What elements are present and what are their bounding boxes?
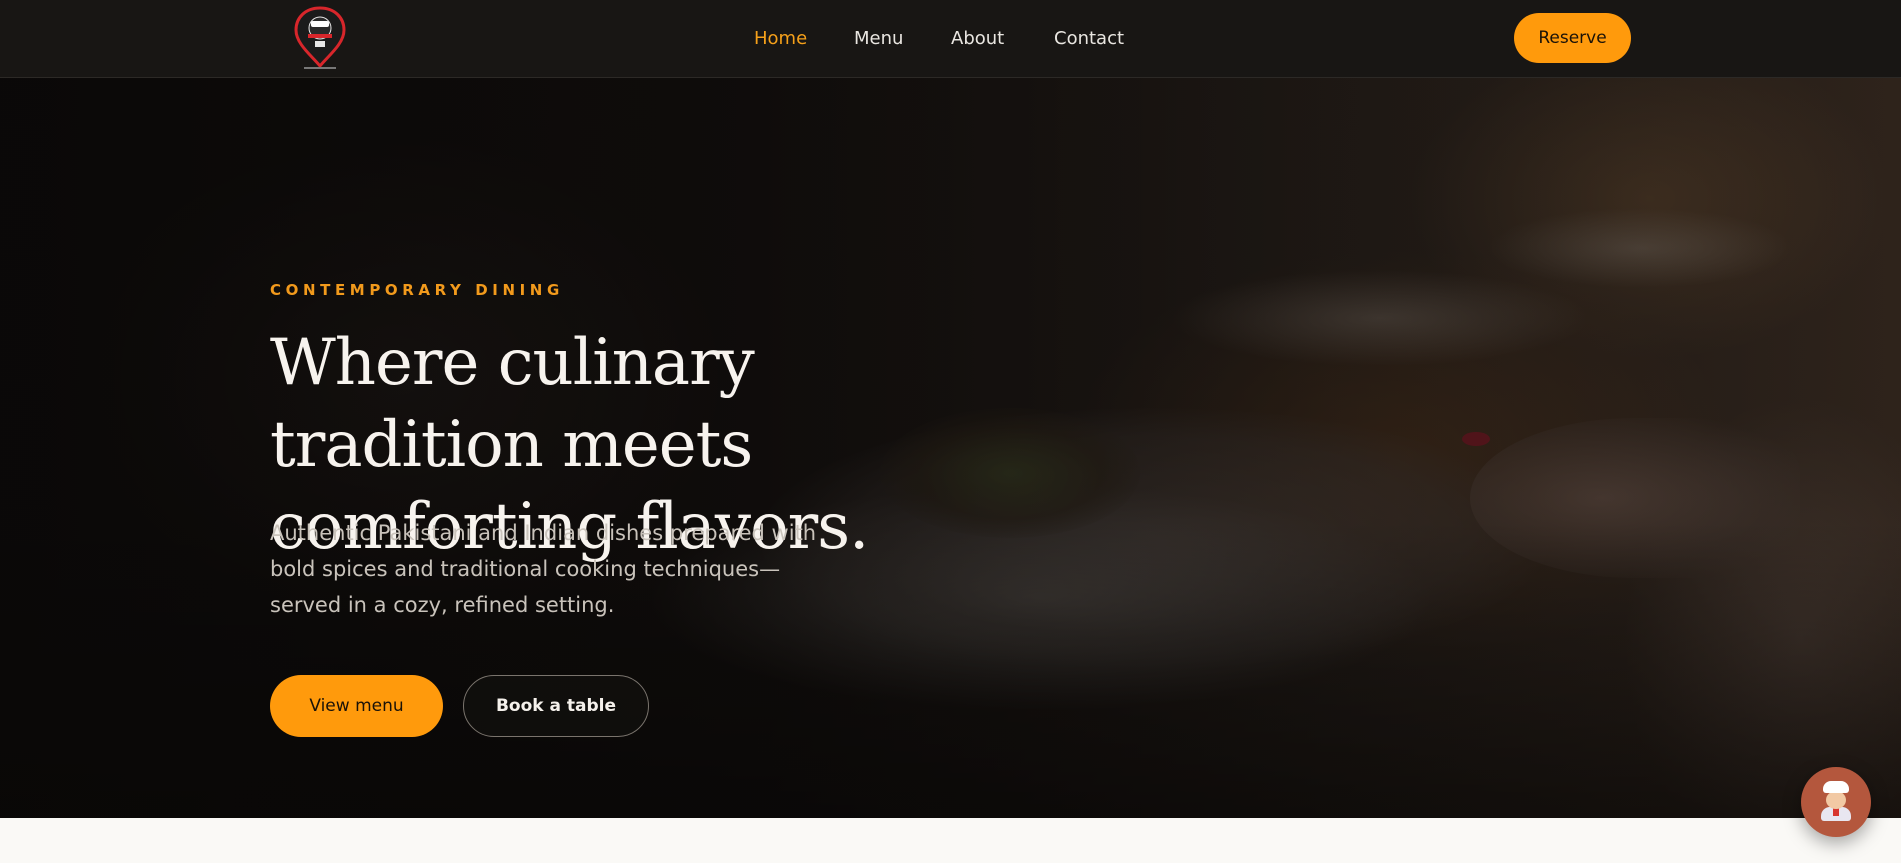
hero-section: CONTEMPORARY DINING Where culinary tradi… xyxy=(0,78,1901,818)
site-header: Home Menu About Contact Reserve xyxy=(0,0,1901,78)
hero-eyebrow: CONTEMPORARY DINING xyxy=(270,281,564,299)
chat-assistant-button[interactable] xyxy=(1801,767,1871,837)
view-menu-button[interactable]: View menu xyxy=(270,675,443,737)
nav-link-menu[interactable]: Menu xyxy=(854,28,903,49)
nav-link-contact[interactable]: Contact xyxy=(1054,28,1124,49)
nav-link-about[interactable]: About xyxy=(951,28,1004,49)
reserve-button[interactable]: Reserve xyxy=(1514,13,1631,63)
next-section xyxy=(0,818,1901,863)
hero-subtitle: Authentic Pakistani and Indian dishes pr… xyxy=(270,521,817,617)
nav-link-home[interactable]: Home xyxy=(754,28,807,49)
book-table-button[interactable]: Book a table xyxy=(463,675,649,737)
